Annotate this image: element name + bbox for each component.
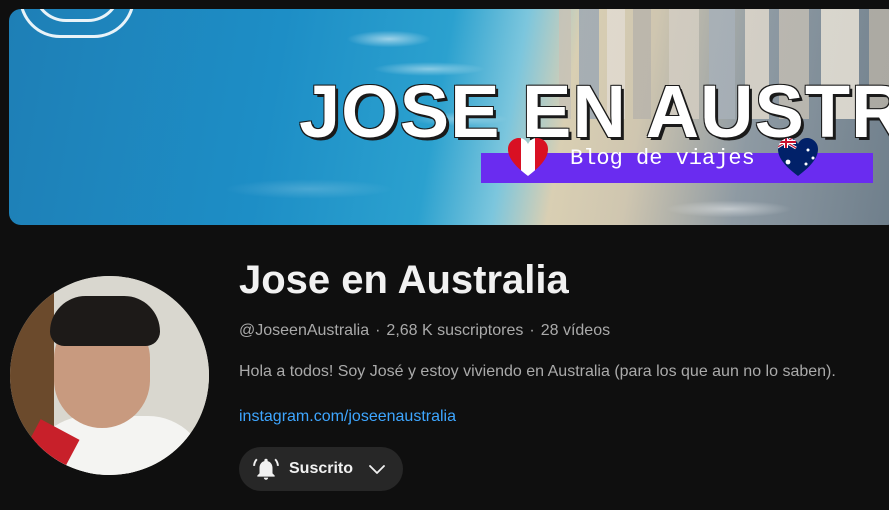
channel-external-link[interactable]: instagram.com/joseenaustralia xyxy=(239,408,456,426)
meta-separator: · xyxy=(529,322,535,339)
meta-separator: · xyxy=(375,322,381,339)
channel-handle: @JoseenAustralia xyxy=(239,322,370,339)
banner-subtitle: Blog de viajes xyxy=(570,146,755,171)
peru-heart-icon xyxy=(506,136,550,180)
subscriber-count: 2,68 K suscriptores xyxy=(386,322,524,339)
subscribed-button[interactable]: Suscrito xyxy=(239,447,403,491)
australia-heart-icon xyxy=(776,136,820,180)
channel-description[interactable]: Hola a todos! Soy José y estoy viviendo … xyxy=(239,363,836,381)
channel-title: Jose en Australia xyxy=(239,258,569,302)
channel-avatar[interactable] xyxy=(10,276,209,475)
subscribed-label: Suscrito xyxy=(289,460,354,477)
channel-meta: @JoseenAustralia · 2,68 K suscriptores · 28 … xyxy=(239,322,610,340)
chevron-down-icon xyxy=(367,459,387,479)
bell-ringing-icon xyxy=(253,456,279,482)
video-count: 28 vídeos xyxy=(540,322,611,339)
channel-banner: JOSE EN AUSTRALIA xyxy=(9,9,889,225)
